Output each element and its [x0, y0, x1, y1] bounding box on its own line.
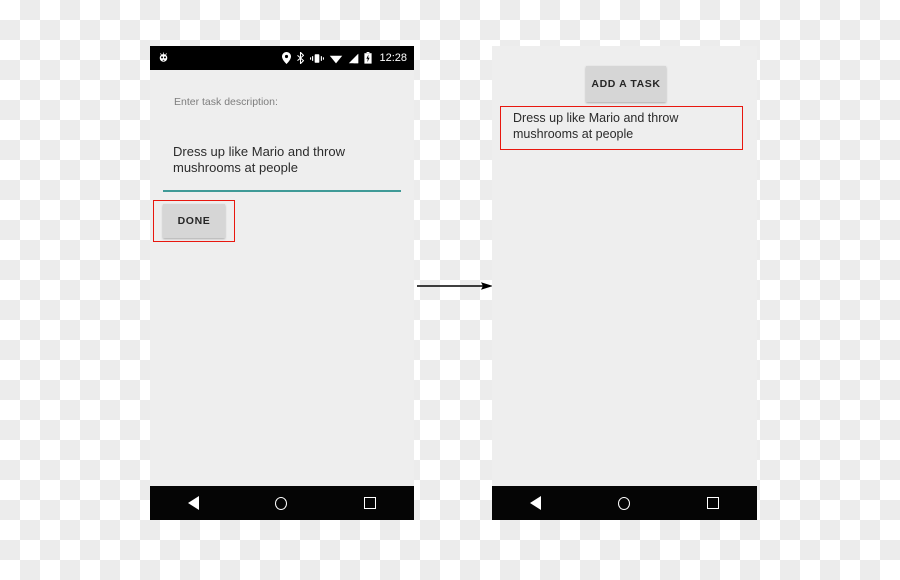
battery-icon	[364, 52, 373, 64]
task-input-underline	[163, 190, 401, 192]
android-nav-bar-left	[150, 486, 414, 520]
status-bar-left	[157, 52, 170, 65]
add-a-task-button[interactable]: ADD A TASK	[586, 66, 666, 102]
vibrate-icon	[310, 53, 325, 64]
android-nav-bar-right	[492, 486, 757, 520]
status-bar: 12:28	[150, 46, 414, 70]
status-bar-right: 12:28	[282, 52, 407, 64]
home-circle-icon[interactable]	[617, 496, 630, 510]
right-arrow-icon	[417, 282, 493, 290]
task-description-input-value[interactable]: Dress up like Mario and throw mushrooms …	[173, 144, 388, 176]
done-button[interactable]: DONE	[163, 204, 225, 238]
task-description-hint-label: Enter task description:	[174, 96, 278, 108]
home-circle-icon[interactable]	[275, 496, 288, 510]
cell-signal-icon	[348, 53, 359, 64]
wifi-icon	[329, 53, 343, 64]
screenshot-stage: 12:28 Enter task description: Dress up l…	[0, 0, 900, 580]
bluetooth-icon	[296, 52, 305, 64]
app-notification-icon	[157, 52, 170, 65]
recents-square-icon[interactable]	[706, 497, 719, 509]
back-triangle-icon[interactable]	[530, 496, 542, 510]
list-item[interactable]: Dress up like Mario and throw mushrooms …	[513, 110, 728, 142]
recents-square-icon[interactable]	[363, 497, 376, 509]
phone-left-task-entry-screen: 12:28	[150, 46, 414, 520]
location-pin-icon	[282, 52, 292, 64]
back-triangle-icon[interactable]	[188, 496, 200, 510]
status-bar-clock: 12:28	[379, 51, 407, 64]
